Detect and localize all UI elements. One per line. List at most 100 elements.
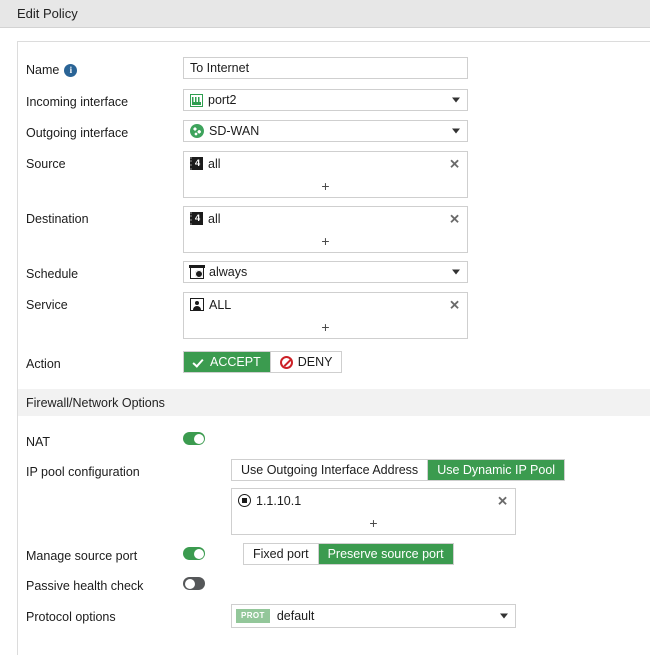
edit-policy-panel: Name i To Internet Incoming interface po…: [17, 41, 650, 655]
add-destination-button[interactable]: +: [184, 230, 467, 252]
name-input-value: To Internet: [190, 61, 249, 75]
remove-source-entry-icon[interactable]: ✕: [449, 157, 460, 170]
row-passive-health-check: Passive health check: [18, 573, 650, 594]
chevron-down-icon[interactable]: [452, 98, 460, 103]
action-deny-button[interactable]: DENY: [271, 352, 342, 372]
add-ip-pool-button[interactable]: +: [232, 512, 515, 534]
ip-pool-multibox: 1.1.10.1 ✕ +: [231, 488, 516, 535]
source-label-text: Source: [26, 156, 66, 172]
source-entry-label: all: [208, 157, 221, 171]
protocol-options-value: default: [277, 609, 315, 623]
preserve-source-port-button[interactable]: Preserve source port: [319, 544, 453, 564]
sdwan-globe-icon: [190, 124, 204, 138]
manage-source-port-toggle[interactable]: [183, 547, 205, 560]
service-entry-label: ALL: [209, 298, 231, 312]
destination-label-text: Destination: [26, 211, 89, 227]
name-input[interactable]: To Internet: [183, 57, 468, 79]
label-name: Name i: [26, 57, 183, 78]
fixed-port-button[interactable]: Fixed port: [244, 544, 319, 564]
action-accept-button[interactable]: ACCEPT: [184, 352, 271, 372]
field-source: 4 all ✕ +: [183, 151, 650, 198]
use-dynamic-ip-pool-button[interactable]: Use Dynamic IP Pool: [428, 460, 564, 480]
field-ip-pool-configuration: Use Outgoing Interface Address Use Dynam…: [231, 459, 650, 535]
destination-multibox: 4 all ✕ +: [183, 206, 468, 253]
field-schedule: always: [183, 261, 650, 283]
list-item[interactable]: 4 all ✕: [184, 152, 467, 175]
remove-service-entry-icon[interactable]: ✕: [449, 298, 460, 311]
protocol-options-select[interactable]: PROT default: [231, 604, 516, 628]
add-source-button[interactable]: +: [184, 175, 467, 197]
nat-toggle-slot: [183, 429, 243, 445]
passive-health-check-label-text: Passive health check: [26, 578, 143, 594]
ip-pool-entry-label: 1.1.10.1: [256, 494, 301, 508]
check-icon: [193, 356, 205, 368]
row-manage-source-port: Manage source port Fixed port Preserve s…: [18, 543, 650, 565]
outgoing-interface-select[interactable]: SD-WAN: [183, 120, 468, 142]
label-nat: NAT: [26, 429, 183, 450]
fixed-port-label: Fixed port: [253, 547, 309, 561]
row-action: Action ACCEPT DENY: [18, 351, 650, 373]
incoming-interface-label-text: Incoming interface: [26, 94, 128, 110]
nat-label-text: NAT: [26, 434, 50, 450]
chevron-down-icon[interactable]: [500, 614, 508, 619]
label-ip-pool-configuration: IP pool configuration: [26, 459, 231, 480]
field-manage-source-port: Fixed port Preserve source port: [243, 543, 650, 565]
action-deny-label: DENY: [298, 355, 333, 369]
row-name: Name i To Internet: [18, 57, 650, 79]
label-service: Service: [26, 292, 183, 313]
protocol-badge: PROT: [236, 609, 270, 623]
action-accept-label: ACCEPT: [210, 355, 261, 369]
label-destination: Destination: [26, 206, 183, 227]
protocol-options-label-text: Protocol options: [26, 609, 116, 625]
row-nat: NAT: [18, 429, 650, 450]
row-ip-pool-configuration: IP pool configuration Use Outgoing Inter…: [18, 459, 650, 535]
list-item[interactable]: 4 all ✕: [184, 207, 467, 230]
chevron-down-icon[interactable]: [452, 129, 460, 134]
manage-source-port-toggle-slot: [183, 543, 243, 560]
ipv4-address-icon: 4: [190, 157, 203, 170]
schedule-select[interactable]: always: [183, 261, 468, 283]
label-manage-source-port: Manage source port: [26, 543, 183, 564]
remove-destination-entry-icon[interactable]: ✕: [449, 212, 460, 225]
field-incoming-interface: port2: [183, 89, 650, 111]
field-service: ALL ✕ +: [183, 292, 650, 339]
action-label-text: Action: [26, 356, 61, 372]
port-icon: [190, 94, 203, 107]
passive-health-check-toggle-slot: [183, 573, 243, 590]
incoming-interface-value: port2: [208, 93, 237, 107]
row-incoming-interface: Incoming interface port2: [18, 89, 650, 111]
label-source: Source: [26, 151, 183, 172]
deny-icon: [280, 356, 293, 369]
window-titlebar: Edit Policy: [0, 0, 650, 28]
list-item[interactable]: ALL ✕: [184, 293, 467, 316]
toggle-knob: [194, 549, 204, 559]
info-icon[interactable]: i: [64, 64, 77, 77]
use-dynamic-ip-pool-label: Use Dynamic IP Pool: [437, 463, 555, 477]
page-title: Edit Policy: [17, 6, 78, 21]
service-multibox: ALL ✕ +: [183, 292, 468, 339]
list-item[interactable]: 1.1.10.1 ✕: [232, 489, 515, 512]
label-passive-health-check: Passive health check: [26, 573, 183, 594]
incoming-interface-select[interactable]: port2: [183, 89, 468, 111]
outgoing-interface-value: SD-WAN: [209, 124, 259, 138]
label-protocol-options: Protocol options: [26, 604, 231, 625]
schedule-value: always: [209, 265, 247, 279]
toggle-knob: [185, 579, 195, 589]
chevron-down-icon[interactable]: [452, 270, 460, 275]
passive-health-check-toggle[interactable]: [183, 577, 205, 590]
outgoing-interface-label-text: Outgoing interface: [26, 125, 128, 141]
use-outgoing-interface-address-button[interactable]: Use Outgoing Interface Address: [232, 460, 428, 480]
firewall-network-options-header: Firewall/Network Options: [18, 389, 650, 416]
nat-toggle[interactable]: [183, 432, 205, 445]
remove-ip-pool-entry-icon[interactable]: ✕: [497, 494, 508, 507]
row-schedule: Schedule always: [18, 261, 650, 283]
name-label-text: Name: [26, 62, 59, 78]
preserve-source-port-label: Preserve source port: [328, 547, 444, 561]
service-monitor-icon: [190, 298, 204, 311]
source-multibox: 4 all ✕ +: [183, 151, 468, 198]
label-action: Action: [26, 351, 183, 372]
field-name: To Internet: [183, 57, 650, 79]
add-service-button[interactable]: +: [184, 316, 467, 338]
field-protocol-options: PROT default: [231, 604, 650, 628]
row-outgoing-interface: Outgoing interface SD-WAN: [18, 120, 650, 142]
